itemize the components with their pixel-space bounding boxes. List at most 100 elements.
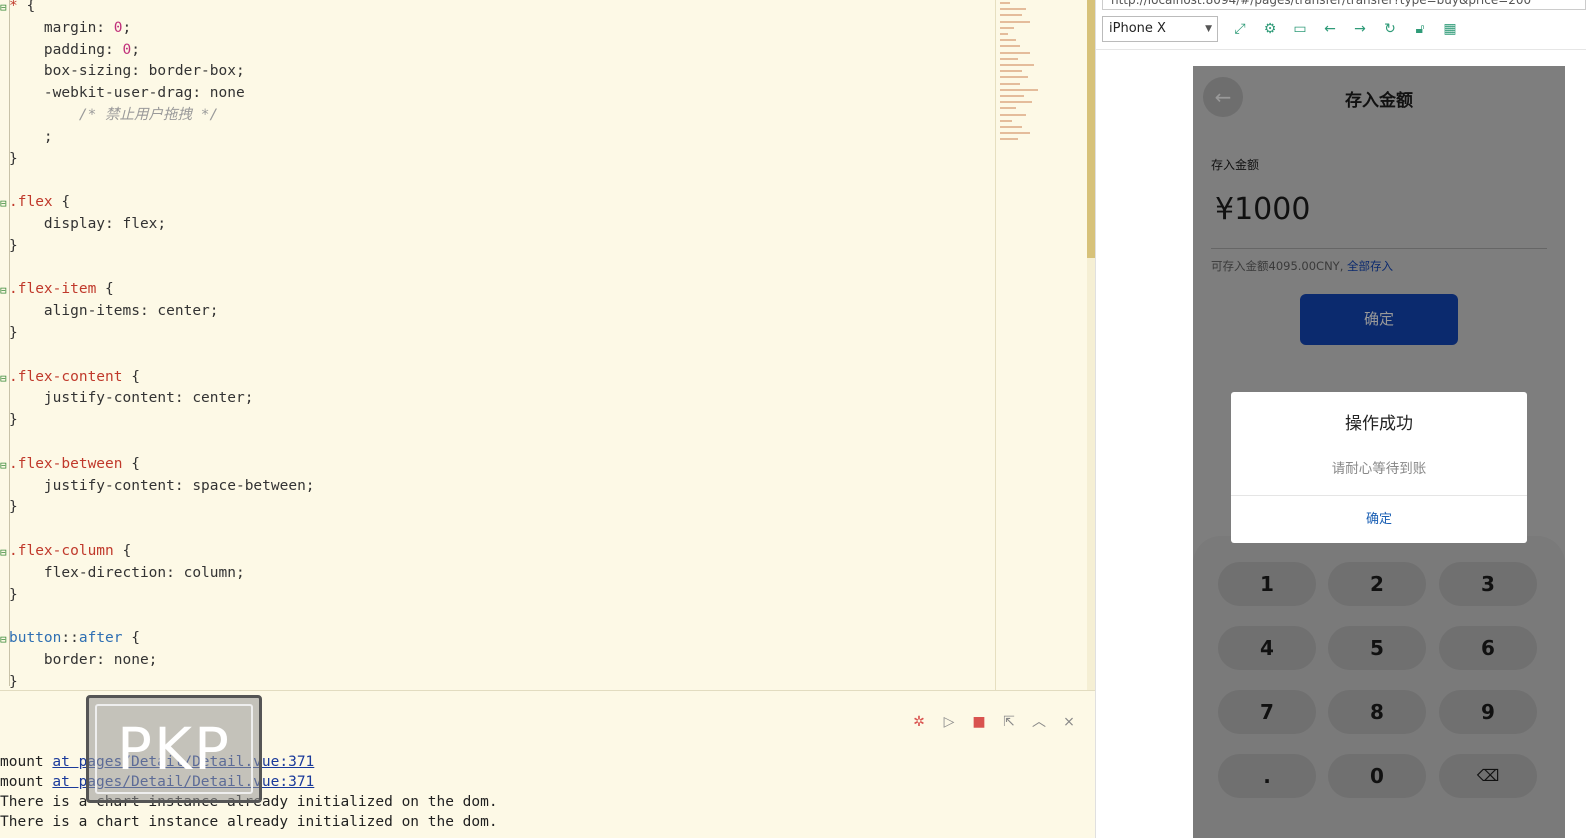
play-icon[interactable]: ▷ [940,713,958,731]
log-line: There is a chart instance already initia… [0,814,498,830]
available-text: 可存入金额4095.00CNY, 全部存入 [1211,259,1394,273]
code-line[interactable]: display: flex; [9,214,166,235]
code-line[interactable]: .flex-item { [9,279,114,300]
bug-icon[interactable]: ✲ [910,713,928,731]
stop-icon[interactable]: ■ [970,713,988,731]
confirm-button[interactable]: 确定 [1300,294,1458,345]
keypad-key[interactable]: 0 [1328,754,1426,798]
minimap[interactable] [995,0,1087,690]
code-line[interactable]: margin: 0; [9,18,131,39]
minimap-line [1000,45,1020,48]
toolbar-divider [1096,49,1586,50]
keypad-key[interactable]: 5 [1328,626,1426,670]
page-title: 存入金额 [1345,91,1413,111]
code-line[interactable]: } [9,149,18,170]
minimap-line [1000,132,1030,135]
fold-toggle-icon[interactable]: ⊟ [0,629,8,650]
lock-icon[interactable]: 🔓︎ [1410,19,1430,39]
code-line[interactable]: * { [9,0,35,17]
minimap-line [1000,8,1026,11]
keypad-key[interactable]: 1 [1218,562,1316,606]
code-line[interactable]: /* 禁止用户拖拽 */ [9,105,218,126]
console-toolbar: ✲ ▷ ■ ⇱ ︿ ⨯ [910,713,1078,731]
rotate-icon[interactable]: ⤢ [1230,19,1250,39]
number-keypad: 1 2 3 4 5 6 7 8 9. 0 ⌫ [1193,536,1565,838]
fold-toggle-icon[interactable]: ⊟ [0,455,8,476]
code-line[interactable]: } [9,497,18,518]
preview-toolbar: ⤢ ⚙ ▭ ← → ↻ 🔓︎ ▦ [1230,19,1460,39]
minimap-line [1000,119,1012,122]
fold-toggle-icon[interactable]: ⊟ [0,280,8,301]
minimap-line [1000,20,1030,23]
minimap-line [1000,138,1018,141]
fold-toggle-icon[interactable]: ⊟ [0,368,8,389]
code-line[interactable]: .flex-column { [9,541,131,562]
code-line[interactable]: padding: 0; [9,40,140,61]
collapse-icon[interactable]: ︿ [1030,713,1048,731]
back-arrow-icon[interactable]: ← [1320,19,1340,39]
device-select[interactable]: iPhone X ▼ [1102,16,1218,42]
code-area[interactable]: ⊟ * { margin: 0; padding: 0; box-sizing: … [0,0,995,690]
settings-icon[interactable]: ⚙ [1260,19,1280,39]
code-line[interactable]: box-sizing: border-box; [9,61,245,82]
code-line[interactable]: } [9,672,18,690]
code-line[interactable]: flex-direction: column; [9,563,245,584]
code-line[interactable]: } [9,585,18,606]
code-line[interactable]: } [9,323,18,344]
keypad-key[interactable]: 4 [1218,626,1316,670]
fold-toggle-icon[interactable]: ⊟ [0,193,8,214]
minimap-line [1000,107,1016,110]
keypad-key[interactable]: . [1218,754,1316,798]
clear-icon[interactable]: ⨯ [1060,713,1078,731]
keypad-key[interactable]: 8 [1328,690,1426,734]
qrcode-icon[interactable]: ▦ [1440,19,1460,39]
code-line[interactable]: .flex-between { [9,454,140,475]
code-line[interactable]: button::after { [9,628,140,649]
keypad-key[interactable]: 3 [1439,562,1537,606]
preview-pane: http://localhost:8094/#/pages/transfer/t… [1096,0,1586,838]
minimap-line [1000,14,1022,17]
code-editor[interactable]: ⊟ * { margin: 0; padding: 0; box-sizing: … [0,0,1096,690]
minimap-line [1000,57,1018,60]
refresh-icon[interactable]: ↻ [1380,19,1400,39]
minimap-line [1000,126,1022,128]
minimap-line [1000,39,1016,42]
code-line[interactable]: align-items: center; [9,301,219,322]
editor-scrollbar-thumb[interactable] [1087,0,1095,258]
code-line[interactable]: -webkit-user-drag: none [9,83,245,104]
amount-input[interactable]: ¥1000 [1215,192,1310,227]
fold-toggle-icon[interactable]: ⊟ [0,0,8,18]
forward-arrow-icon[interactable]: → [1350,19,1370,39]
keypad-key[interactable]: 9 [1439,690,1537,734]
fold-toggle-icon[interactable]: ⊟ [0,542,8,563]
minimap-line [1000,70,1022,73]
dialog-title: 操作成功 [1345,414,1413,434]
minimap-line [1000,33,1008,35]
url-bar[interactable]: http://localhost:8094/#/pages/transfer/t… [1102,0,1586,10]
console-icon[interactable]: ▭ [1290,19,1310,39]
minimap-line [1000,26,1014,29]
keypad-key[interactable]: 7 [1218,690,1316,734]
screen: ⊟ * { margin: 0; padding: 0; box-sizing: … [0,0,1586,838]
code-line[interactable]: ; [9,127,53,148]
code-line[interactable]: } [9,236,18,257]
console-panel: ✲ ▷ ■ ⇱ ︿ ⨯ mount at pages/Detail/Detail… [0,690,1096,838]
code-line[interactable]: .flex { [9,192,70,213]
code-line[interactable]: .flex-content { [9,367,140,388]
export-icon[interactable]: ⇱ [1000,713,1018,731]
success-dialog: 操作成功 请耐心等待到账 确定 [1231,392,1527,543]
code-line[interactable]: justify-content: center; [9,388,254,409]
minimap-line [1000,88,1038,91]
minimap-line [1000,101,1032,104]
backspace-key[interactable]: ⌫ [1439,754,1537,798]
minimap-line [1000,51,1030,54]
deposit-all-link[interactable]: 全部存入 [1347,259,1393,273]
minimap-line [1000,113,1026,116]
keypad-key[interactable]: 6 [1439,626,1537,670]
amount-label: 存入金额 [1211,158,1260,172]
code-line[interactable]: } [9,410,18,431]
code-line[interactable]: justify-content: space-between; [9,476,315,497]
code-line[interactable]: border: none; [9,650,158,671]
dialog-ok-button[interactable]: 确定 [1231,496,1527,543]
keypad-key[interactable]: 2 [1328,562,1426,606]
